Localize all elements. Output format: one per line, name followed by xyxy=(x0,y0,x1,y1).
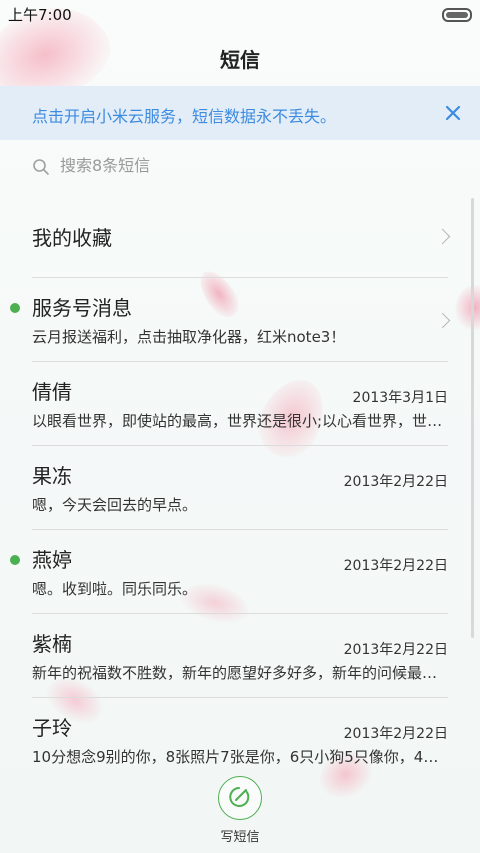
search-icon xyxy=(32,158,50,180)
compose-icon[interactable] xyxy=(218,776,262,820)
battery-icon xyxy=(442,8,472,22)
contact-name: 服务号消息 xyxy=(32,296,132,320)
service-messages-row[interactable]: 服务号消息 云月报送福利，点击抽取净化器，红米note3！ xyxy=(0,278,480,362)
compose-label: 写短信 xyxy=(220,830,260,845)
chevron-right-icon xyxy=(434,228,451,245)
message-date: 2013年2月22日 xyxy=(343,474,448,490)
status-time: 上午7:00 xyxy=(8,6,72,24)
unread-dot xyxy=(10,303,20,313)
conversation-row[interactable]: 紫楠 2013年2月22日 新年的祝福数不胜数，新年的愿望好多好多，新年的问候最… xyxy=(0,614,480,698)
message-preview: 嗯。收到啦。同乐同乐。 xyxy=(32,580,198,598)
close-icon[interactable] xyxy=(440,100,466,126)
conversation-row[interactable]: 子玲 2013年2月22日 10分想念9别的你，8张照片7张是你，6只小狗5只像… xyxy=(0,698,480,782)
contact-name: 倩倩 xyxy=(32,380,72,404)
search-bar[interactable] xyxy=(0,150,480,184)
conversation-row[interactable]: 果冻 2013年2月22日 嗯，今天会回去的早点。 xyxy=(0,446,480,530)
message-date: 2013年3月1日 xyxy=(352,390,448,406)
banner-text[interactable]: 点击开启小米云服务，短信数据永不丢失。 xyxy=(32,103,336,127)
message-preview: 新年的祝福数不胜数，新年的愿望好多好多，新年的问候最是真挚 xyxy=(32,664,448,682)
message-date: 2013年2月22日 xyxy=(343,558,448,574)
contact-name: 果冻 xyxy=(32,464,72,488)
status-bar: 上午7:00 xyxy=(0,0,480,28)
message-date: 2013年2月22日 xyxy=(343,642,448,658)
conversation-row[interactable]: 燕婷 2013年2月22日 嗯。收到啦。同乐同乐。 xyxy=(0,530,480,614)
title-bar: 短信 xyxy=(0,28,480,86)
conversation-row[interactable]: 倩倩 2013年3月1日 以眼看世界，即使站的最高，世界还是很小;以心看世界，世… xyxy=(0,362,480,446)
message-preview: 10分想念9别的你，8张照片7张是你，6只小狗5只像你，4处找你 xyxy=(32,748,448,766)
favorites-row[interactable]: 我的收藏 xyxy=(0,194,480,278)
message-preview: 嗯，今天会回去的早点。 xyxy=(32,496,198,514)
compose-button[interactable]: 写短信 xyxy=(208,776,272,848)
contact-name: 燕婷 xyxy=(32,548,72,572)
message-preview: 云月报送福利，点击抽取净化器，红米note3！ xyxy=(32,328,346,346)
message-preview: 以眼看世界，即使站的最高，世界还是很小;以心看世界，世界变得很大 xyxy=(32,412,448,430)
message-date: 2013年2月22日 xyxy=(343,726,448,742)
unread-dot xyxy=(10,555,20,565)
favorites-label: 我的收藏 xyxy=(32,226,112,250)
search-input[interactable] xyxy=(58,155,442,176)
cloud-service-banner[interactable]: 点击开启小米云服务，短信数据永不丢失。 xyxy=(0,86,480,140)
contact-name: 紫楠 xyxy=(32,632,72,656)
page-title: 短信 xyxy=(220,48,260,72)
contact-name: 子玲 xyxy=(32,716,72,740)
